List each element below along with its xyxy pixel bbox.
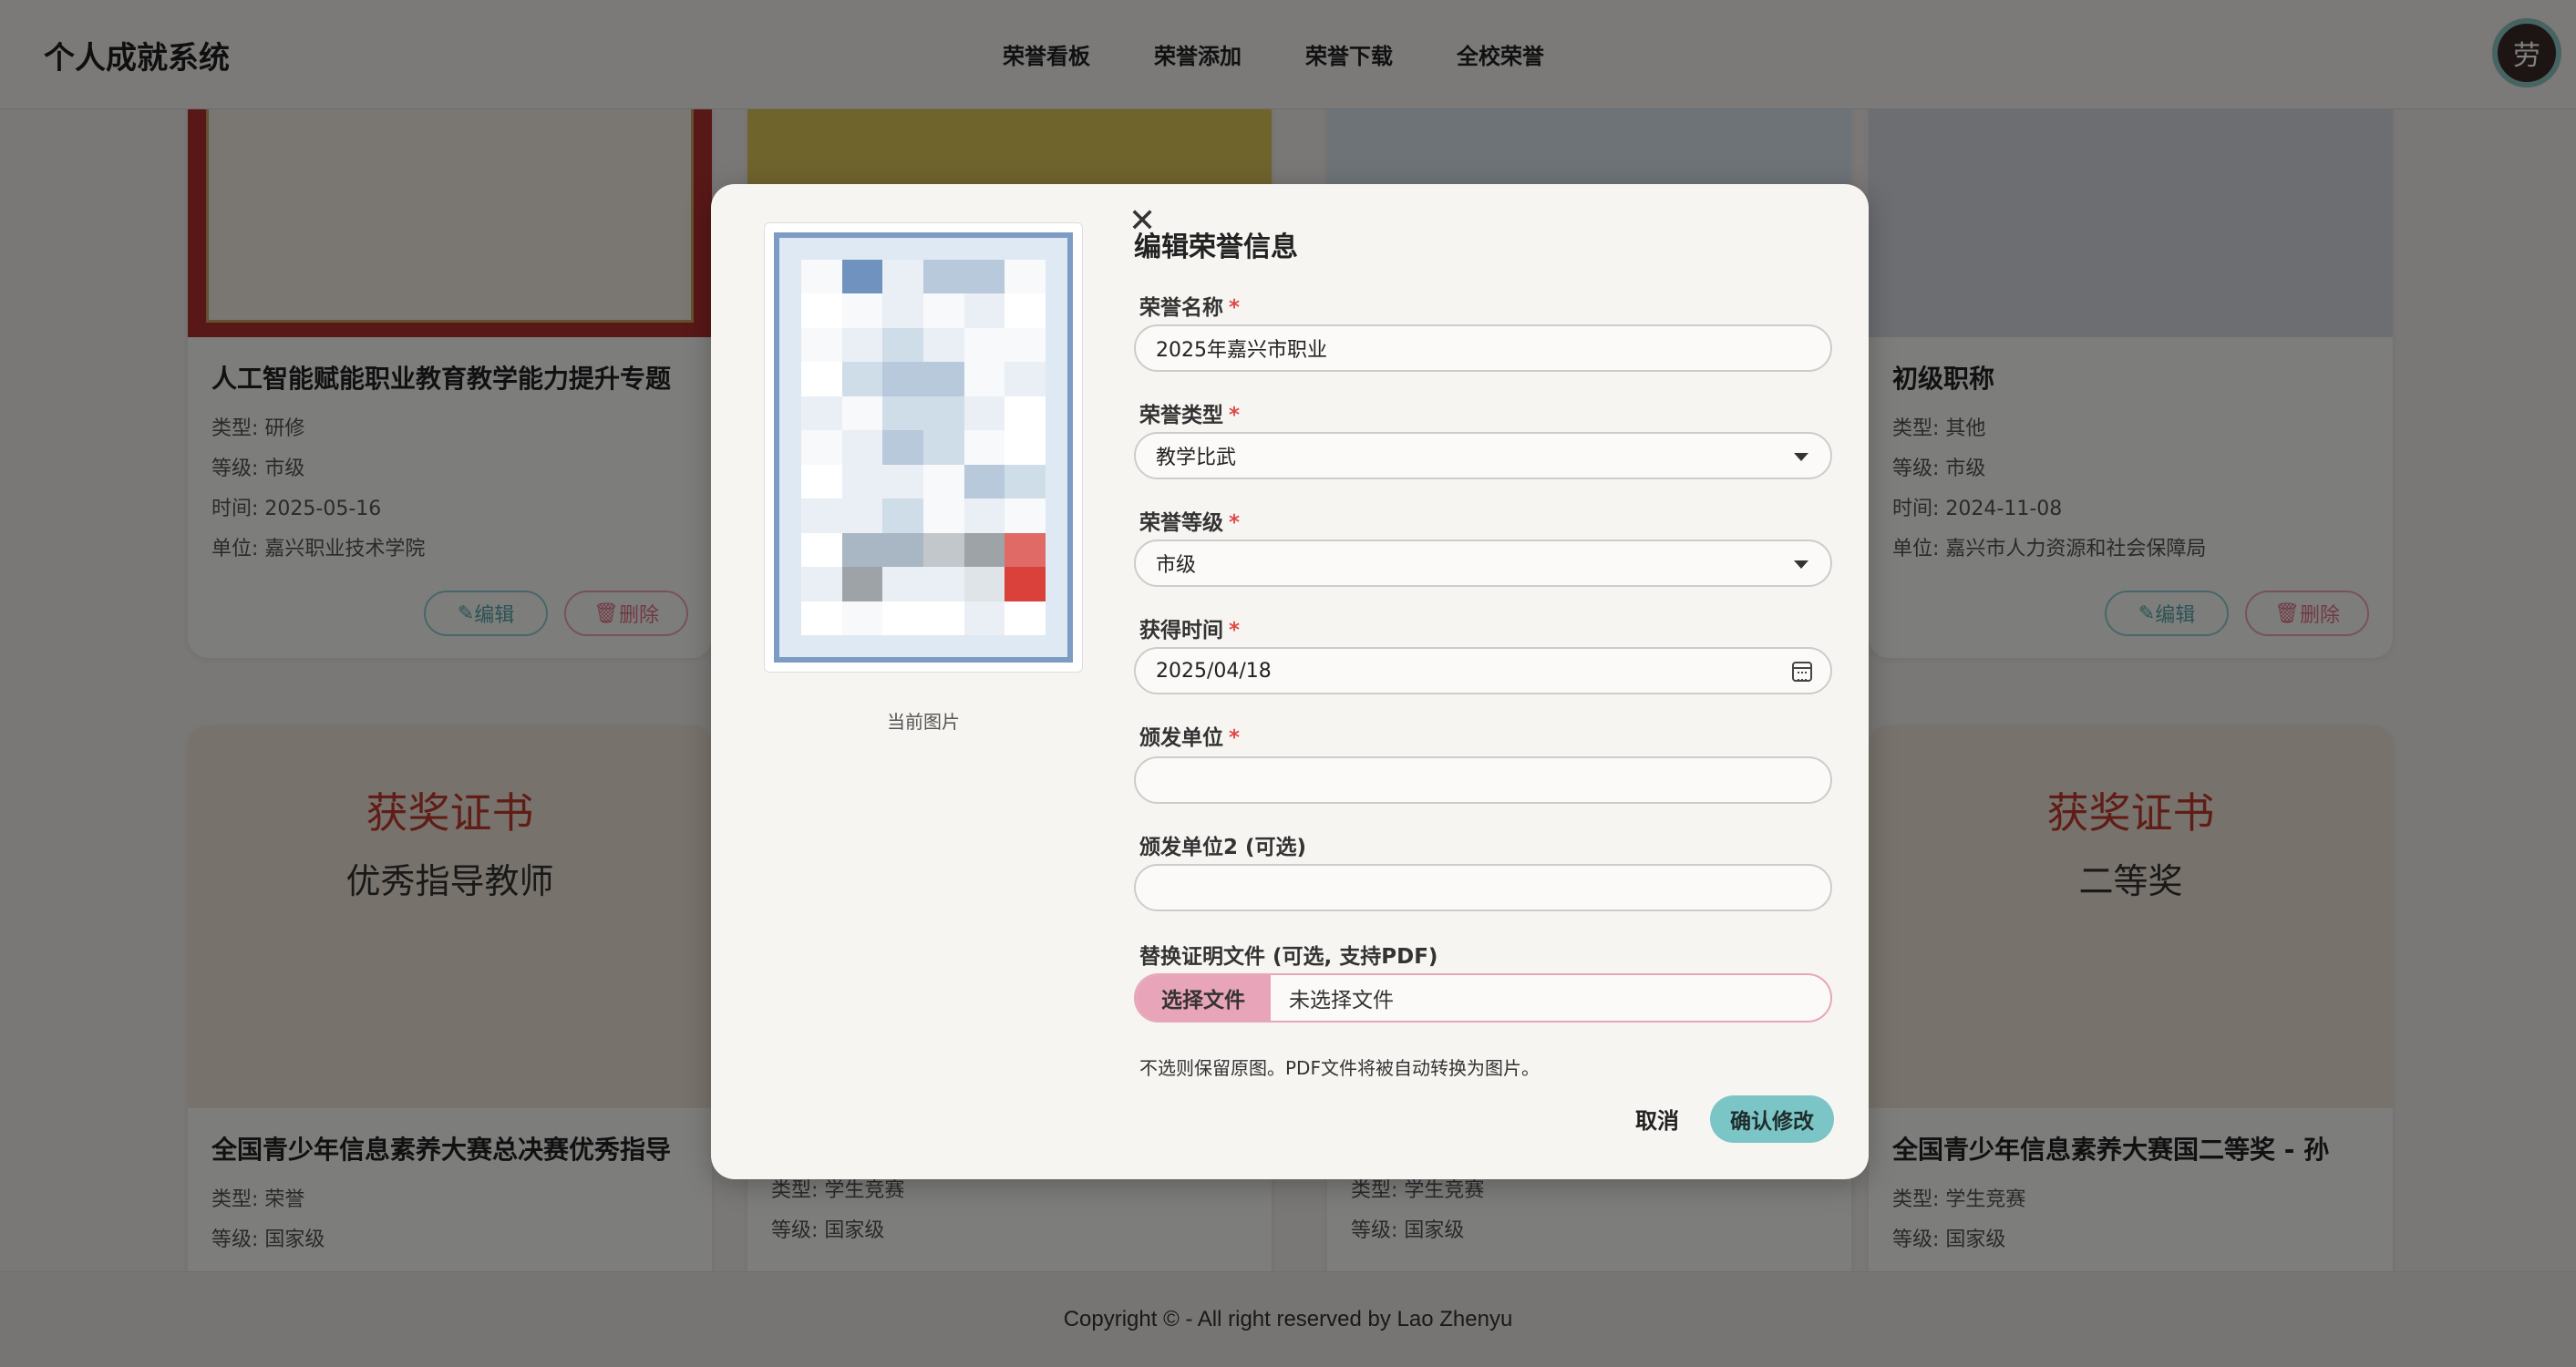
mosaic-cell [841, 293, 883, 328]
mosaic-cell [1005, 498, 1046, 533]
mosaic-cell [841, 430, 883, 465]
mosaic-cell [801, 260, 842, 294]
date-label: 获得时间 * [1139, 619, 1241, 642]
mosaic-cell [923, 362, 964, 396]
mosaic-cell [801, 293, 842, 328]
issuer2-input[interactable] [1134, 864, 1832, 911]
certificate-thumbnail [774, 232, 1073, 663]
mosaic-cell [963, 601, 1005, 635]
mosaic-cell [801, 532, 842, 568]
mosaic-cell [923, 567, 964, 601]
mosaic-cell [923, 532, 964, 568]
mosaic-cell [1005, 601, 1046, 635]
mosaic-cell [1005, 396, 1046, 431]
mosaic-cell [923, 327, 964, 363]
mosaic-cell [963, 430, 1005, 465]
preview-caption: 当前图片 [887, 711, 960, 733]
mosaic-cell [963, 327, 1005, 363]
mosaic-cell [1005, 430, 1046, 465]
mosaic-cell [841, 567, 883, 601]
mosaic-cell [882, 498, 923, 533]
mosaic-cell [923, 396, 964, 431]
mosaic-cell [923, 293, 964, 328]
mosaic-cell [1005, 327, 1046, 363]
mosaic-cell [923, 464, 964, 499]
mosaic-cell [963, 464, 1005, 499]
mosaic-cell [882, 293, 923, 328]
issuer-input[interactable] [1134, 756, 1832, 804]
mosaic-cell [882, 362, 923, 396]
cancel-button[interactable]: 取消 [1635, 1103, 1679, 1135]
modal-title: 编辑荣誉信息 [1134, 231, 1298, 263]
chevron-down-icon [1794, 453, 1808, 461]
confirm-button[interactable]: 确认修改 [1710, 1095, 1834, 1143]
mosaic-cell [882, 601, 923, 635]
type-label: 荣誉类型 * [1139, 404, 1241, 427]
calendar-icon[interactable] [1792, 662, 1812, 682]
mosaic-cell [801, 430, 842, 465]
chevron-down-icon [1794, 560, 1808, 569]
mosaic-cell [801, 464, 842, 499]
mosaic-cell [841, 396, 883, 431]
mosaic-cell [801, 567, 842, 601]
level-label: 荣誉等级 * [1139, 511, 1241, 535]
mosaic-cell [882, 464, 923, 499]
mosaic-cell [923, 430, 964, 465]
mosaic-cell [841, 532, 883, 568]
mosaic-cell [923, 260, 964, 294]
mosaic-cell [841, 260, 883, 294]
mosaic-cell [801, 396, 842, 431]
mosaic-cell [841, 498, 883, 533]
file-label: 替换证明文件 (可选, 支持PDF) [1139, 945, 1438, 969]
mosaic-cell [882, 260, 923, 294]
honor-level-select[interactable]: 市级 [1134, 540, 1832, 587]
file-hint: 不选则保留原图。PDF文件将被自动转换为图片。 [1139, 1057, 1540, 1079]
mosaic-cell [1005, 464, 1046, 499]
honor-name-input[interactable]: 2025年嘉兴市职业 [1134, 324, 1832, 372]
issuer-label: 颁发单位 * [1139, 726, 1241, 750]
current-image-preview [764, 222, 1083, 673]
mosaic-cell [963, 532, 1005, 568]
mosaic-cell [923, 601, 964, 635]
mosaic-cell [1005, 532, 1046, 568]
mosaic-cell [963, 362, 1005, 396]
file-input[interactable]: 选择文件 未选择文件 [1134, 973, 1832, 1023]
mosaic-cell [963, 260, 1005, 294]
date-input[interactable]: 2025/04/18 [1134, 647, 1832, 694]
mosaic-cell [882, 567, 923, 601]
file-name-text: 未选择文件 [1289, 989, 1394, 1012]
mosaic-cell [1005, 260, 1046, 294]
mosaic-cell [801, 327, 842, 363]
mosaic-cell [841, 327, 883, 363]
mosaic-cell [963, 498, 1005, 533]
mosaic-cell [1005, 293, 1046, 328]
mosaic-cell [882, 396, 923, 431]
mosaic-cell [882, 430, 923, 465]
mosaic-cell [963, 567, 1005, 601]
mosaic-cell [801, 601, 842, 635]
mosaic-cell [1005, 362, 1046, 396]
mosaic-cell [801, 362, 842, 396]
mosaic-cell [882, 532, 923, 568]
mosaic-cell [963, 396, 1005, 431]
name-label: 荣誉名称 * [1139, 296, 1241, 320]
issuer2-label: 颁发单位2 (可选) [1139, 836, 1307, 859]
mosaic-cell [841, 362, 883, 396]
mosaic-cell [841, 601, 883, 635]
mosaic-cell [1005, 567, 1046, 601]
mosaic-cell [801, 498, 842, 533]
blurred-mosaic [801, 260, 1046, 635]
mosaic-cell [841, 464, 883, 499]
mosaic-cell [882, 327, 923, 363]
mosaic-cell [963, 293, 1005, 328]
honor-type-select[interactable]: 教学比武 [1134, 432, 1832, 479]
mosaic-cell [923, 498, 964, 533]
choose-file-button[interactable]: 选择文件 [1136, 975, 1271, 1021]
